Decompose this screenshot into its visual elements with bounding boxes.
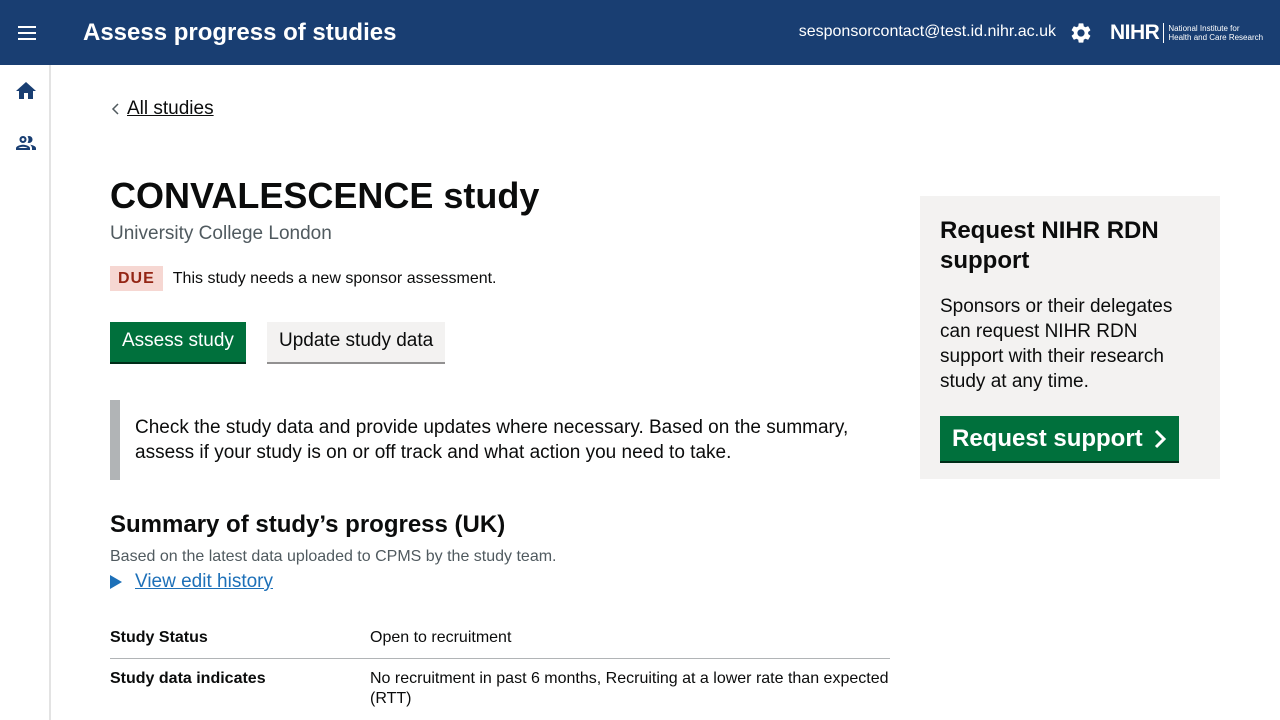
assess-study-button[interactable]: Assess study [110,322,246,362]
home-icon[interactable] [14,79,38,103]
inset-guidance: Check the study data and provide updates… [110,400,870,480]
table-row: Study Status Open to recruitment [110,618,890,659]
request-support-label: Request support [952,425,1143,452]
request-support-panel: Request NIHR RDN support Sponsors or the… [920,196,1220,479]
side-navigation [0,65,51,720]
summary-caption: Based on the latest data uploaded to CPM… [110,548,557,565]
status-text: This study needs a new sponsor assessmen… [172,269,497,287]
back-link[interactable]: All studies [110,97,214,121]
top-header: Assess progress of studies sesponsorcont… [0,0,1280,65]
table-row: Study data indicates No recruitment in p… [110,659,890,720]
brand-name: NIHR [1110,21,1160,44]
caret-right-icon [110,575,122,589]
nihr-logo: NIHR National Institute for Health and C… [1110,18,1264,48]
page-title: CONVALESCENCE study [110,175,540,216]
update-study-data-button[interactable]: Update study data [267,322,446,362]
status-badge: DUE [110,266,163,291]
summary-table: Study Status Open to recruitment Study d… [110,618,890,719]
row-label: Study Status [110,618,370,659]
brand-divider [1163,23,1165,43]
chevron-right-icon [1154,429,1166,448]
summary-heading: Summary of study’s progress (UK) [110,511,506,538]
status-row: DUE This study needs a new sponsor asses… [110,266,497,291]
chevron-left-icon [111,103,119,115]
row-label: Study data indicates [110,670,266,687]
user-email: sesponsorcontact@test.id.nihr.ac.uk [798,23,1056,40]
row-value: Open to recruitment [370,618,890,659]
menu-icon[interactable] [14,20,40,46]
gear-icon[interactable] [1069,21,1093,45]
side-panel-heading: Request NIHR RDN support [940,217,1159,274]
side-panel-body: Sponsors or their delegates can request … [940,296,1173,392]
brand-subtitle: National Institute for Health and Care R… [1168,24,1264,42]
app-title: Assess progress of studies [83,19,397,46]
view-edit-history-link: View edit history [135,571,273,592]
back-link-label: All studies [127,98,214,119]
row-value: No recruitment in past 6 months, Recruit… [370,670,889,707]
people-icon[interactable] [14,131,38,155]
view-edit-history-toggle[interactable]: View edit history [110,570,273,594]
organisation-name: University College London [110,223,332,244]
request-support-button[interactable]: Request support [940,416,1179,461]
